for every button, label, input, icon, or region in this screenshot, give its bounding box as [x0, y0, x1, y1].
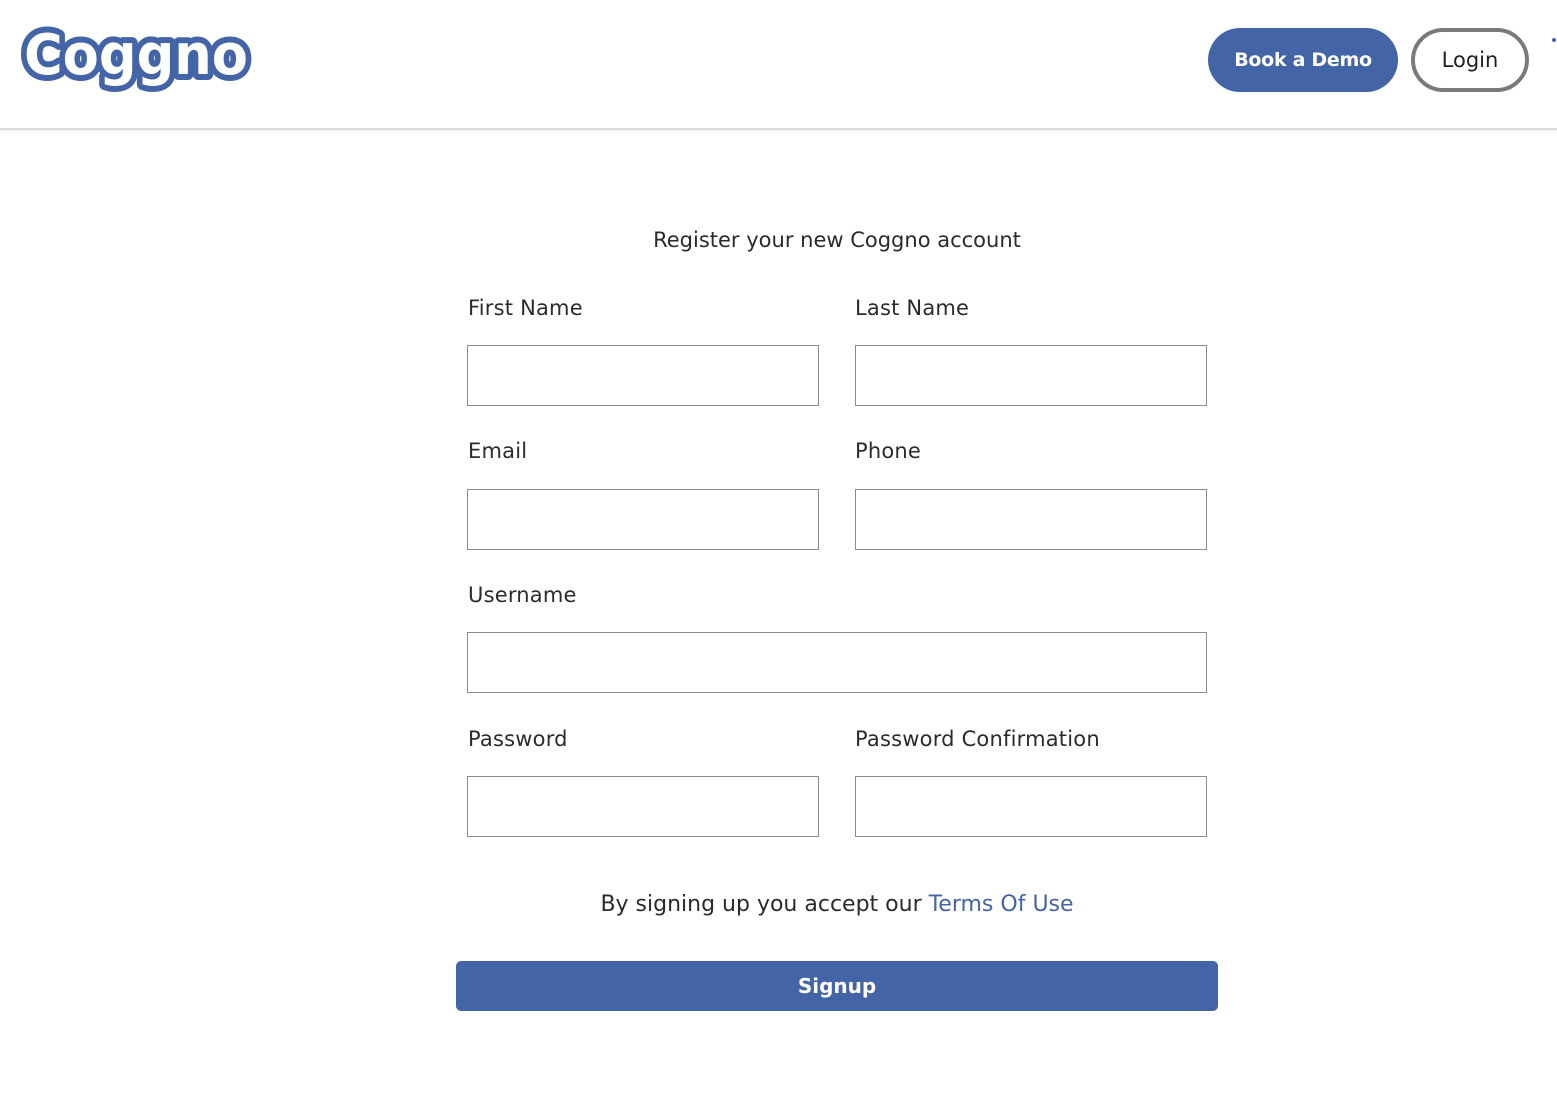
terms-of-use-link[interactable]: Terms Of Use: [929, 892, 1074, 917]
book-demo-label: Book a Demo: [1234, 49, 1372, 71]
first-name-input[interactable]: [467, 345, 819, 406]
signup-button[interactable]: Signup: [456, 961, 1218, 1011]
last-name-label: Last Name: [855, 296, 970, 320]
terms-prefix: By signing up you accept our: [600, 892, 929, 917]
form-title: Register your new Coggno account: [653, 228, 1021, 252]
login-button[interactable]: Login: [1411, 28, 1529, 92]
email-label: Email: [468, 439, 528, 463]
last-name-input[interactable]: [855, 345, 1207, 406]
email-input[interactable]: [467, 489, 819, 550]
phone-input[interactable]: [855, 489, 1207, 550]
logo-graphic: Coggno Coggno: [18, 22, 254, 94]
username-label: Username: [468, 583, 577, 607]
password-confirmation-input[interactable]: [855, 776, 1207, 837]
logo-text: Coggno: [24, 23, 248, 88]
login-label: Login: [1441, 48, 1499, 72]
coggno-logo[interactable]: Coggno Coggno: [18, 22, 258, 98]
password-label: Password: [468, 727, 568, 751]
first-name-label: First Name: [468, 296, 583, 320]
phone-label: Phone: [855, 439, 922, 463]
book-demo-button[interactable]: Book a Demo: [1208, 28, 1398, 92]
password-confirmation-label: Password Confirmation: [855, 727, 1100, 751]
password-input[interactable]: [467, 776, 819, 837]
signup-label: Signup: [797, 974, 877, 998]
menu-edge-icon: [1552, 38, 1556, 42]
terms-notice: By signing up you accept our Terms Of Us…: [0, 892, 1557, 917]
username-input[interactable]: [467, 632, 1207, 693]
site-header: Coggno Coggno Book a Demo Login: [0, 0, 1557, 130]
